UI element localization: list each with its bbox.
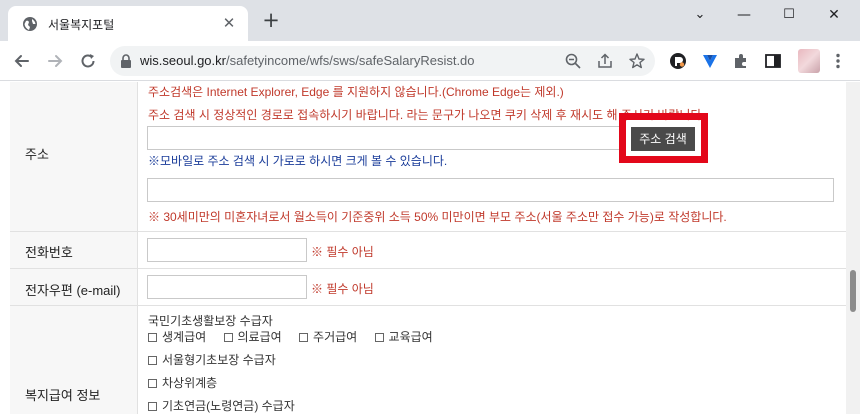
page-scrollbar[interactable]: [846, 82, 860, 414]
phone-label: 전화번호: [25, 245, 73, 260]
minimize-button[interactable]: —: [734, 5, 754, 25]
checkbox[interactable]: [148, 379, 157, 388]
tab-close-icon[interactable]: ✕: [220, 14, 238, 32]
extension-v-icon[interactable]: [700, 51, 720, 71]
maximize-button[interactable]: ☐: [779, 5, 799, 25]
phone-optional-note: ※ 필수 아님: [311, 245, 374, 259]
profile-avatar[interactable]: [798, 49, 820, 73]
email-row: 전자우편 (e-mail) ※ 필수 아님: [10, 269, 846, 306]
checkbox[interactable]: [299, 333, 309, 342]
email-input[interactable]: [147, 275, 307, 299]
address-search-input[interactable]: [147, 126, 625, 150]
highlight-box: [619, 113, 708, 163]
address-notice-1: 주소검색은 Internet Explorer, Edge 를 지원하지 않습니…: [148, 85, 564, 99]
phone-input[interactable]: [147, 238, 307, 262]
browser-tab[interactable]: 서울복지포털 ✕: [8, 6, 248, 41]
close-window-button[interactable]: ✕: [824, 5, 844, 25]
browser-toolbar: wis.seoul.go.kr/safetyincome/wfs/sws/saf…: [0, 41, 860, 81]
email-optional-note: ※ 필수 아님: [311, 282, 374, 296]
phone-row: 전화번호 ※ 필수 아님: [10, 232, 846, 269]
page-content: 주소 주소검색은 Internet Explorer, Edge 를 지원하지 …: [0, 82, 846, 414]
lock-icon[interactable]: [120, 54, 132, 68]
url-text[interactable]: wis.seoul.go.kr/safetyincome/wfs/sws/saf…: [140, 53, 475, 68]
near-poor-option[interactable]: 차상위계층: [148, 374, 217, 391]
welfare-label-cell: 복지급여 정보: [10, 306, 138, 414]
checkbox[interactable]: [374, 333, 384, 342]
checkbox[interactable]: [148, 356, 157, 365]
more-menu-icon[interactable]: [828, 51, 848, 71]
new-tab-button[interactable]: +: [262, 10, 280, 31]
side-panel-icon[interactable]: [763, 51, 783, 71]
scrollbar-thumb[interactable]: [850, 270, 856, 312]
tab-strip: 서울복지포털 ✕ + ⌄ — ☐ ✕: [0, 0, 860, 41]
address-label: 주소: [25, 147, 49, 162]
checkbox[interactable]: [223, 333, 233, 342]
extensions-puzzle-icon[interactable]: [731, 51, 751, 71]
bookmark-star-icon[interactable]: [628, 52, 646, 70]
benefit-livelihood[interactable]: 생계급여: [148, 330, 206, 344]
welfare-row: 복지급여 정보 국민기초생활보장 수급자 생계급여 의료급여 주거급여 교육급여…: [10, 306, 846, 414]
benefit-medical[interactable]: 의료급여: [223, 330, 282, 344]
mobile-note: ※모바일로 주소 검색 시 가로로 하시면 크게 볼 수 있습니다.: [148, 154, 448, 168]
email-label-cell: 전자우편 (e-mail): [10, 269, 138, 305]
welfare-label: 복지급여 정보: [25, 388, 101, 403]
zoom-icon[interactable]: [564, 52, 582, 70]
address-bar[interactable]: wis.seoul.go.kr/safetyincome/wfs/sws/saf…: [110, 46, 655, 76]
address-row: 주소 주소검색은 Internet Explorer, Edge 를 지원하지 …: [10, 82, 846, 232]
url-host: wis.seoul.go.kr: [140, 53, 226, 68]
basic-benefit-options: 생계급여 의료급여 주거급여 교육급여: [148, 328, 447, 345]
checkbox[interactable]: [148, 402, 157, 411]
back-arrow-icon[interactable]: [12, 51, 32, 71]
seoul-basic-option[interactable]: 서울형기초보장 수급자: [148, 351, 276, 368]
tab-title: 서울복지포털: [48, 18, 115, 32]
address-detail-input[interactable]: [147, 178, 834, 202]
forward-arrow-icon[interactable]: [45, 51, 65, 71]
address-label-cell: 주소: [10, 82, 138, 231]
pension-option[interactable]: 기초연금(노령연금) 수급자: [148, 397, 295, 414]
benefit-education[interactable]: 교육급여: [374, 330, 433, 344]
tab-search-icon[interactable]: ⌄: [690, 5, 710, 25]
phone-label-cell: 전화번호: [10, 232, 138, 268]
globe-icon: [23, 17, 37, 31]
basic-livelihood-title: 국민기초생활보장 수급자: [148, 314, 273, 328]
url-path: /safetyincome/wfs/sws/safeSalaryResist.d…: [225, 53, 475, 68]
extension-dark-icon[interactable]: [668, 51, 688, 71]
share-icon[interactable]: [596, 52, 614, 70]
checkbox[interactable]: [148, 333, 157, 342]
under30-note: ※ 30세미만의 미혼자녀로서 월소득이 기준중위 소득 50% 미만이면 부모…: [148, 210, 727, 224]
email-label: 전자우편 (e-mail): [25, 283, 121, 298]
reload-icon[interactable]: [78, 51, 98, 71]
benefit-housing[interactable]: 주거급여: [299, 330, 357, 344]
